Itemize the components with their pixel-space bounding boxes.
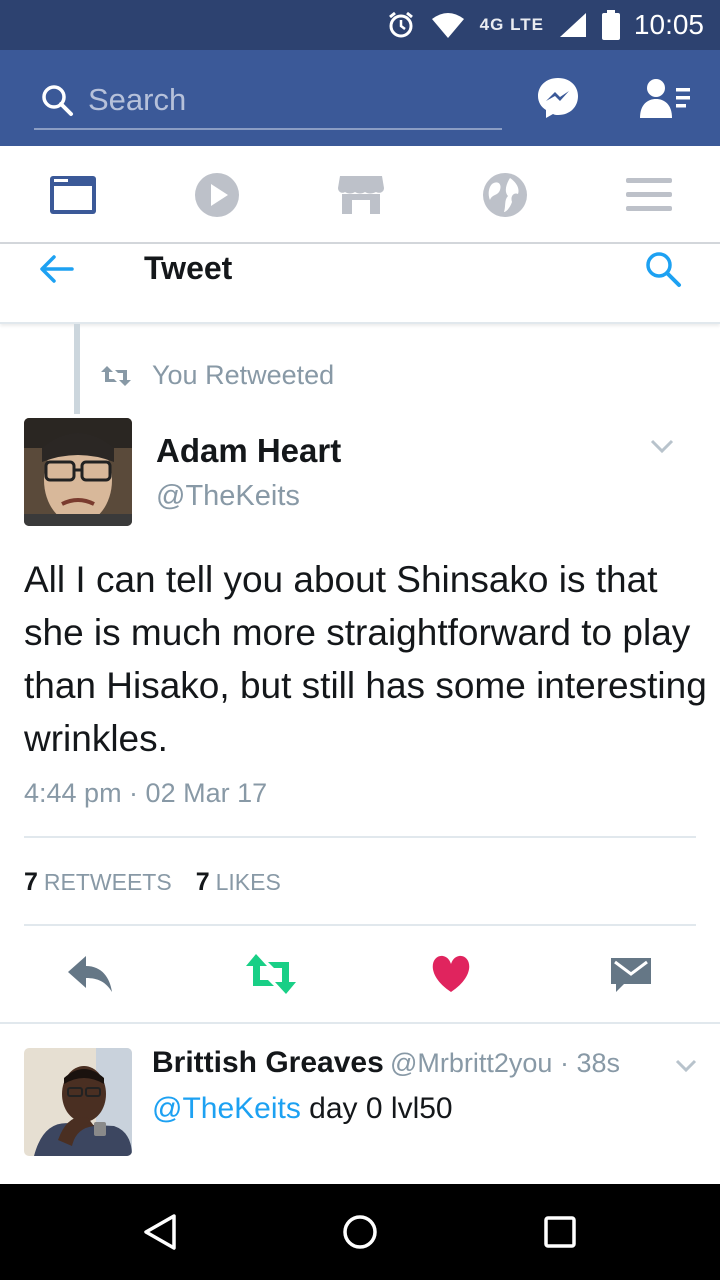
divider	[24, 924, 696, 926]
tweet-timestamp: 4:44 pm · 02 Mar 17	[24, 778, 268, 808]
wifi-icon	[431, 13, 464, 38]
tweet-text: All I can tell you about Shinsako is tha…	[24, 559, 707, 759]
divider	[24, 836, 696, 838]
avatar[interactable]	[24, 418, 132, 526]
news-feed-icon[interactable]	[48, 170, 98, 220]
network-type: 4G LTE	[479, 15, 544, 34]
likes-stat[interactable]: 7 LIKES	[196, 868, 281, 897]
marketplace-icon[interactable]	[336, 170, 386, 220]
video-icon[interactable]	[192, 170, 242, 220]
author-handle[interactable]: @TheKeits	[156, 480, 300, 513]
facebook-nav	[0, 146, 720, 244]
divider	[0, 1022, 720, 1024]
thread-line	[74, 324, 80, 414]
alarm-icon	[388, 11, 413, 38]
reply-mention[interactable]: @TheKeits	[152, 1092, 301, 1125]
retweet-icon	[101, 366, 131, 386]
reply-body: day 0 lvl50	[300, 1092, 453, 1125]
facebook-header	[0, 50, 720, 146]
messenger-icon[interactable]	[536, 76, 580, 120]
back-arrow-icon[interactable]	[38, 250, 76, 288]
reply-author-name[interactable]: Brittish Greaves	[152, 1046, 384, 1080]
tweet-stats: 7 RETWEETS 7 LIKES	[24, 868, 281, 897]
recents-icon[interactable]	[540, 1212, 580, 1252]
android-nav-bar	[0, 1184, 720, 1280]
retweets-label: RETWEETS	[43, 869, 172, 895]
heart-icon[interactable]	[430, 950, 472, 998]
reply-avatar[interactable]	[24, 1048, 132, 1156]
chevron-down-icon[interactable]	[648, 436, 676, 456]
reply-meta: @Mrbritt2you · 38s	[390, 1048, 620, 1078]
home-icon[interactable]	[340, 1212, 380, 1252]
likes-label: LIKES	[215, 869, 281, 895]
search-icon[interactable]	[644, 250, 682, 288]
menu-icon[interactable]	[624, 170, 674, 220]
retweets-stat[interactable]: 7 RETWEETS	[24, 868, 172, 897]
direct-message-icon[interactable]	[610, 950, 652, 998]
like-count: 7	[195, 868, 210, 896]
retweet-icon[interactable]	[244, 950, 298, 998]
tweet-header	[0, 244, 720, 324]
reply-text: @TheKeits day 0 lvl50	[152, 1092, 453, 1126]
clock: 10:05	[633, 9, 704, 40]
retweet-label: You Retweeted	[152, 360, 335, 390]
signal-icon	[559, 13, 586, 37]
search-icon	[42, 85, 73, 116]
battery-icon	[601, 10, 620, 40]
friend-requests-icon[interactable]	[640, 76, 692, 120]
search-bar[interactable]	[34, 72, 502, 130]
page-title: Tweet	[144, 250, 233, 286]
retweet-count: 7	[24, 868, 38, 896]
back-icon[interactable]	[140, 1212, 180, 1252]
reply-icon[interactable]	[66, 950, 114, 998]
search-input[interactable]	[88, 82, 468, 118]
globe-icon[interactable]	[480, 170, 530, 220]
status-icons: 4G LTE 10:05	[386, 0, 704, 50]
status-bar: 4G LTE 10:05	[0, 0, 720, 50]
chevron-down-icon[interactable]	[674, 1058, 698, 1074]
author-name[interactable]: Adam Heart	[156, 432, 341, 470]
